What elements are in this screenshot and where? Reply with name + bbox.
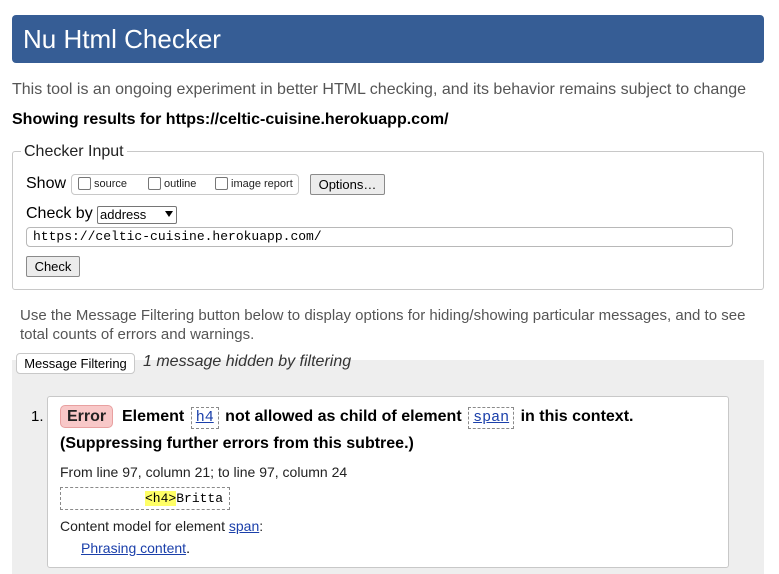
filter-info-text: Use the Message Filtering button below t… [20,307,746,343]
content-model-element-link[interactable]: span [229,518,259,534]
phrasing-period: . [186,540,190,556]
highlighted-tag: <h4> [145,491,177,506]
checker-input-legend: Checker Input [21,143,127,161]
check-by-select[interactable]: address [97,206,177,224]
phrasing-content-line: Phrasing content. [81,540,190,556]
source-option-label: source [94,177,128,190]
message-text-part1: Element [122,408,185,425]
outline-option-label: outline [164,177,197,190]
content-model-colon: : [259,518,264,534]
chevron-down-icon [165,211,173,217]
intro-text: This tool is an ongoing experiment in be… [12,81,747,98]
checker-input-fieldset: Checker Input Show source outline image … [12,143,764,290]
show-outline-option[interactable]: outline [148,177,196,190]
check-by-label: Check by [26,205,93,222]
phrasing-content-link[interactable]: Phrasing content [81,540,186,556]
extract-text: Britta [176,491,224,506]
hidden-messages-note: 1 message hidden by filtering [143,353,352,370]
message-filtering-button[interactable]: Message Filtering [16,353,135,374]
message-item: Error Element h4 not allowed as child of… [47,396,729,568]
element-link-h4[interactable]: h4 [190,407,219,429]
source-checkbox[interactable] [78,177,91,190]
show-source-option[interactable]: source [78,177,127,190]
show-options-group: source outline image report [71,174,299,195]
outline-checkbox[interactable] [148,177,161,190]
message-text-part2: not allowed as child of element [225,408,462,425]
message-suppress-note: (Suppressing further errors from this su… [60,435,414,452]
show-label: Show [26,175,67,192]
element-link-span[interactable]: span [468,407,515,429]
show-image-report-option[interactable]: image report [215,177,293,190]
image-report-option-label: image report [231,177,293,190]
error-badge: Error [60,405,114,428]
content-model-line: Content model for element span: [60,518,263,534]
message-number: 1. [31,408,44,425]
message-headline: Element h4 not allowed as child of eleme… [122,407,633,429]
check-button[interactable]: Check [26,256,80,277]
check-by-value: address [100,207,147,222]
app-title-banner: Nu Html Checker [12,15,764,63]
app-title: Nu Html Checker [23,24,221,54]
url-input[interactable]: https://celtic-cuisine.herokuapp.com/ [26,227,733,247]
message-location: From line 97, column 21; to line 97, col… [60,464,348,480]
image-report-checkbox[interactable] [215,177,228,190]
message-text-part3: in this context. [520,408,634,425]
showing-results-heading: Showing results for https://celtic-cuisi… [12,111,449,128]
code-extract: <h4>Britta [60,487,230,510]
content-model-label: Content model for element [60,518,225,534]
options-button[interactable]: Options… [310,174,385,195]
